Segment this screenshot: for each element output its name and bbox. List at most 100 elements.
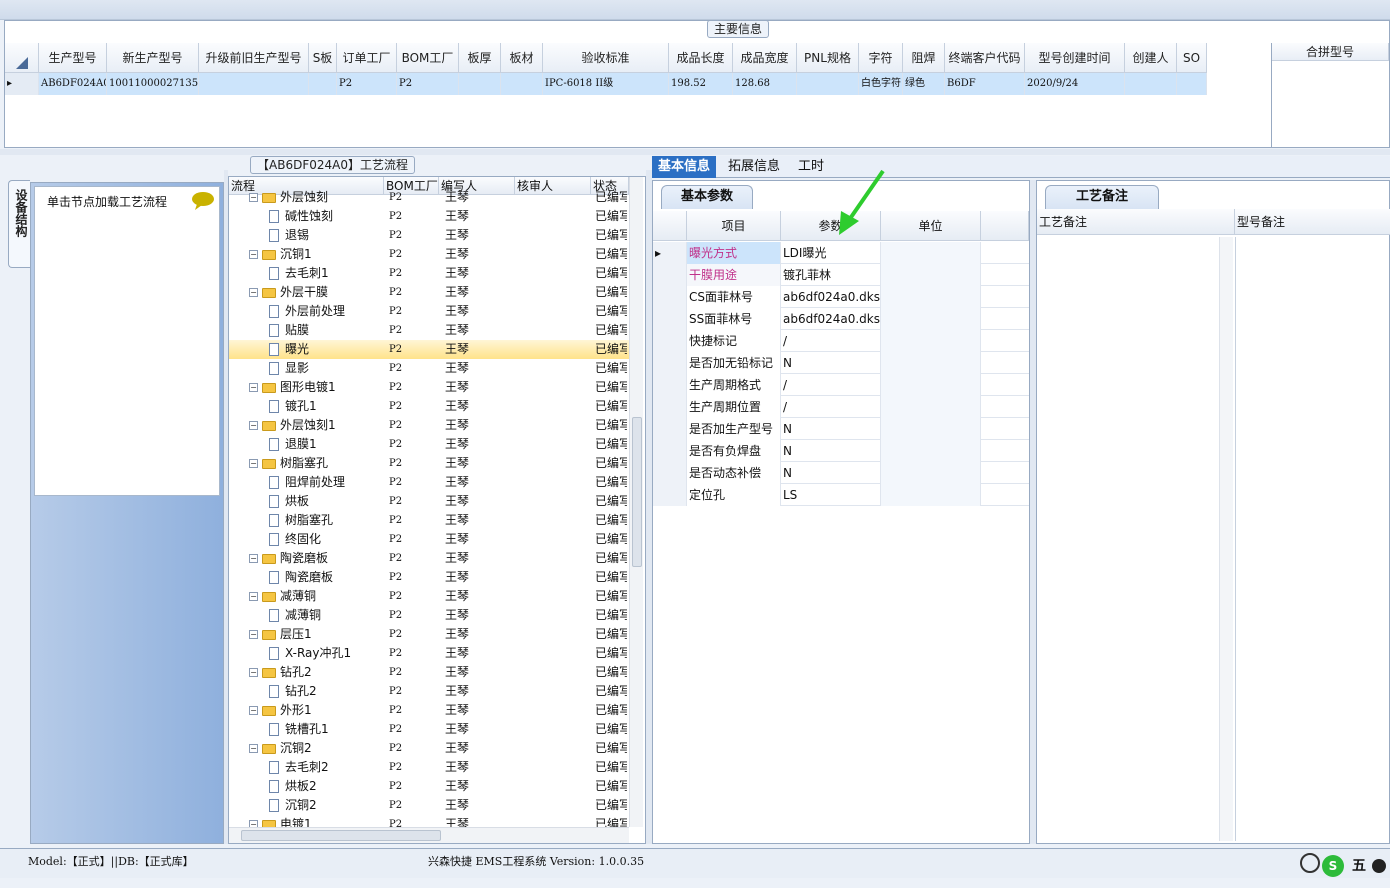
ime-logo-icon[interactable]: S [1322, 855, 1344, 877]
main-row-cell[interactable]: 2020/9/24 [1025, 73, 1125, 95]
param-row[interactable]: SS面菲林号 ab6df024a0.dksb [653, 308, 1029, 330]
tree-horizontal-scrollbar[interactable] [229, 827, 629, 843]
main-col-header[interactable]: PNL规格 [797, 43, 859, 73]
tree-node[interactable]: 烘板 P2 王琴 已编写 [229, 492, 629, 511]
param-row[interactable]: CS面菲林号 ab6df024a0.dkst [653, 286, 1029, 308]
main-col-header[interactable]: 订单工厂 [337, 43, 397, 73]
main-col-header[interactable]: SO [1177, 43, 1207, 73]
tree-node[interactable]: 阻焊前处理 P2 王琴 已编写 [229, 473, 629, 492]
param-value[interactable]: ab6df024a0.dksb [781, 308, 881, 330]
main-row-cell[interactable]: 128.68 [733, 73, 797, 95]
collapse-icon[interactable]: − [249, 630, 258, 639]
collapse-icon[interactable]: − [249, 592, 258, 601]
main-row-cell[interactable] [199, 73, 309, 95]
col-unit[interactable]: 单位 [881, 211, 981, 241]
main-row-cell[interactable]: 198.52 [669, 73, 733, 95]
main-col-header[interactable]: BOM工厂 [397, 43, 459, 73]
param-unit[interactable] [881, 264, 981, 286]
param-unit[interactable] [881, 440, 981, 462]
tree-hscroll-thumb[interactable] [241, 830, 441, 841]
param-unit[interactable] [881, 396, 981, 418]
main-row-cell[interactable] [501, 73, 543, 95]
main-info-row[interactable]: ▸ AB6DF024A0 10011000027135 P2 P2 IPC-6018 II… [5, 73, 1207, 95]
main-col-header[interactable]: 成品宽度 [733, 43, 797, 73]
param-value[interactable]: ab6df024a0.dkst [781, 286, 881, 308]
main-col-header[interactable]: 阻焊 [903, 43, 945, 73]
remark-scrollbar[interactable] [1219, 237, 1233, 841]
param-value[interactable]: LS [781, 484, 881, 506]
param-unit[interactable] [881, 352, 981, 374]
main-col-header[interactable]: 新生产型号 [107, 43, 199, 73]
main-row-cell[interactable]: 绿色 [903, 73, 945, 95]
param-value[interactable]: / [781, 396, 881, 418]
main-col-header[interactable]: 字符 [859, 43, 903, 73]
main-col-header[interactable]: S板 [309, 43, 337, 73]
collapse-icon[interactable]: − [249, 459, 258, 468]
param-value[interactable]: / [781, 330, 881, 352]
param-unit[interactable] [881, 374, 981, 396]
tree-node[interactable]: 终固化 P2 王琴 已编写 [229, 530, 629, 549]
tab-work-hours[interactable]: 工时 [792, 156, 830, 178]
collapse-icon[interactable]: − [249, 668, 258, 677]
tree-node[interactable]: − 外层干膜 P2 王琴 已编写 [229, 283, 629, 302]
param-row[interactable]: 定位孔 LS [653, 484, 1029, 506]
main-col-header[interactable]: 板厚 [459, 43, 501, 73]
param-value[interactable]: / [781, 374, 881, 396]
param-unit[interactable] [881, 286, 981, 308]
main-row-cell[interactable]: IPC-6018 II级 [543, 73, 669, 95]
tree-node[interactable]: − 外层蚀刻1 P2 王琴 已编写 [229, 416, 629, 435]
param-unit[interactable] [881, 418, 981, 440]
tree-node[interactable]: 去毛刺2 P2 王琴 已编写 [229, 758, 629, 777]
tree-node[interactable]: − 外层蚀刻 P2 王琴 已编写 [229, 188, 629, 207]
param-row[interactable]: 是否有负焊盘 N [653, 440, 1029, 462]
collapse-icon[interactable]: − [249, 554, 258, 563]
tree-node[interactable]: 外层前处理 P2 王琴 已编写 [229, 302, 629, 321]
ime-dot-icon[interactable] [1372, 859, 1386, 873]
main-row-cell[interactable]: B6DF [945, 73, 1025, 95]
main-row-cell[interactable] [1177, 73, 1207, 95]
param-unit[interactable] [881, 242, 981, 264]
main-row-cell[interactable] [1125, 73, 1177, 95]
param-value[interactable]: N [781, 462, 881, 484]
param-value[interactable]: N [781, 418, 881, 440]
param-row[interactable]: 干膜用途 镀孔菲林 [653, 264, 1029, 286]
tree-node[interactable]: − 外形1 P2 王琴 已编写 [229, 701, 629, 720]
param-value[interactable]: N [781, 440, 881, 462]
tree-node[interactable]: − 减薄铜 P2 王琴 已编写 [229, 587, 629, 606]
main-col-header[interactable]: 终端客户代码 [945, 43, 1025, 73]
tree-node[interactable]: 贴膜 P2 王琴 已编写 [229, 321, 629, 340]
param-value[interactable]: 镀孔菲林 [781, 264, 881, 286]
tree-node[interactable]: 退膜1 P2 王琴 已编写 [229, 435, 629, 454]
tree-vertical-scrollbar[interactable] [629, 177, 643, 827]
process-remark-textarea[interactable] [1037, 237, 1233, 841]
col-item[interactable]: 项目 [687, 211, 781, 241]
model-remark-textarea[interactable] [1235, 237, 1389, 841]
subtab-basic-params[interactable]: 基本参数 [661, 185, 753, 209]
tree-node[interactable]: 钻孔2 P2 王琴 已编写 [229, 682, 629, 701]
main-row-cell[interactable]: 白色字符 [859, 73, 903, 95]
tree-node[interactable]: − 陶瓷磨板 P2 王琴 已编写 [229, 549, 629, 568]
tree-node[interactable]: 显影 P2 王琴 已编写 [229, 359, 629, 378]
tree-node[interactable]: X-Ray冲孔1 P2 王琴 已编写 [229, 644, 629, 663]
tree-node[interactable]: 碱性蚀刻 P2 王琴 已编写 [229, 207, 629, 226]
tree-node[interactable]: 铣槽孔1 P2 王琴 已编写 [229, 720, 629, 739]
collapse-icon[interactable]: − [249, 744, 258, 753]
tab-extended-info[interactable]: 拓展信息 [722, 156, 786, 178]
collapse-icon[interactable]: − [249, 288, 258, 297]
main-row-cell[interactable]: P2 [337, 73, 397, 95]
tree-node[interactable]: − 图形电镀1 P2 王琴 已编写 [229, 378, 629, 397]
main-row-cell[interactable] [797, 73, 859, 95]
tree-node[interactable]: − 层压1 P2 王琴 已编写 [229, 625, 629, 644]
tab-equipment-structure[interactable]: 设备结构 [8, 180, 30, 268]
param-unit[interactable] [881, 330, 981, 352]
main-col-header[interactable]: 型号创建时间 [1025, 43, 1125, 73]
tree-node[interactable]: 陶瓷磨板 P2 王琴 已编写 [229, 568, 629, 587]
param-row[interactable]: 是否加无铅标记 N [653, 352, 1029, 374]
tree-node[interactable]: 减薄铜 P2 王琴 已编写 [229, 606, 629, 625]
param-value[interactable]: N [781, 352, 881, 374]
main-row-cell[interactable]: P2 [397, 73, 459, 95]
param-row[interactable]: 生产周期格式 / [653, 374, 1029, 396]
tree-node[interactable]: 树脂塞孔 P2 王琴 已编写 [229, 511, 629, 530]
horizontal-splitter[interactable] [0, 149, 1390, 155]
tree-node[interactable]: 沉铜2 P2 王琴 已编写 [229, 796, 629, 815]
